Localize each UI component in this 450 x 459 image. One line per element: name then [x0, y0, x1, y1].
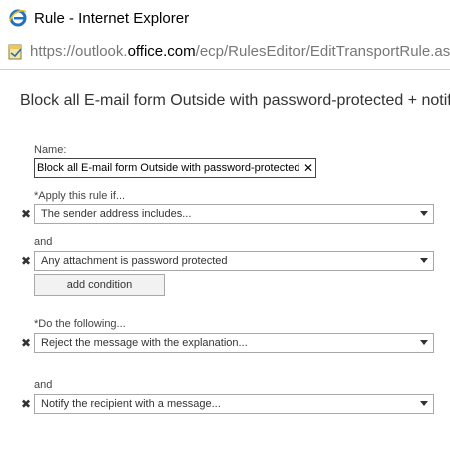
- rule-name-value: Block all E-mail form Outside with passw…: [37, 162, 299, 174]
- action-2-value: Notify the recipient with a message...: [41, 398, 221, 410]
- clear-icon[interactable]: ✕: [303, 159, 313, 177]
- page-title: Block all E-mail form Outside with passw…: [20, 92, 450, 109]
- and-label-2: and: [34, 379, 53, 391]
- rule-name-field[interactable]: Block all E-mail form Outside with passw…: [34, 158, 316, 178]
- remove-action-2-icon[interactable]: ✖: [20, 398, 32, 410]
- url-host: office.com: [127, 43, 196, 60]
- condition-1-value: The sender address includes...: [41, 208, 192, 220]
- do-following-label: *Do the following...: [34, 318, 126, 330]
- header-divider: [0, 69, 450, 70]
- internet-explorer-icon: [9, 9, 27, 27]
- condition-2-value: Any attachment is password protected: [41, 255, 228, 267]
- window-titlebar: Rule - Internet Explorer: [0, 0, 450, 38]
- condition-1-select[interactable]: The sender address includes...: [34, 204, 434, 224]
- page-icon: [8, 44, 22, 60]
- add-condition-button[interactable]: add condition: [34, 274, 165, 296]
- address-bar[interactable]: https://outlook.office.com/ecp/RulesEdit…: [0, 38, 450, 68]
- condition-2-select[interactable]: Any attachment is password protected: [34, 251, 434, 271]
- url-prefix: https://outlook.: [30, 43, 128, 60]
- remove-condition-1-icon[interactable]: ✖: [20, 208, 32, 220]
- chevron-down-icon: [420, 258, 428, 263]
- address-url[interactable]: https://outlook.office.com/ecp/RulesEdit…: [30, 43, 450, 63]
- window-title: Rule - Internet Explorer: [34, 10, 190, 27]
- name-label: Name:: [34, 144, 67, 156]
- chevron-down-icon: [420, 211, 428, 216]
- chevron-down-icon: [420, 340, 428, 345]
- remove-condition-2-icon[interactable]: ✖: [20, 255, 32, 267]
- chevron-down-icon: [420, 401, 428, 406]
- action-1-value: Reject the message with the explanation.…: [41, 337, 248, 349]
- remove-action-1-icon[interactable]: ✖: [20, 337, 32, 349]
- action-1-select[interactable]: Reject the message with the explanation.…: [34, 333, 434, 353]
- action-2-select[interactable]: Notify the recipient with a message...: [34, 394, 434, 414]
- url-path: /ecp/RulesEditor/EditTransportRule.aspx?: [195, 43, 450, 60]
- and-label-1: and: [34, 236, 53, 248]
- apply-rule-label: *Apply this rule if...: [34, 190, 126, 202]
